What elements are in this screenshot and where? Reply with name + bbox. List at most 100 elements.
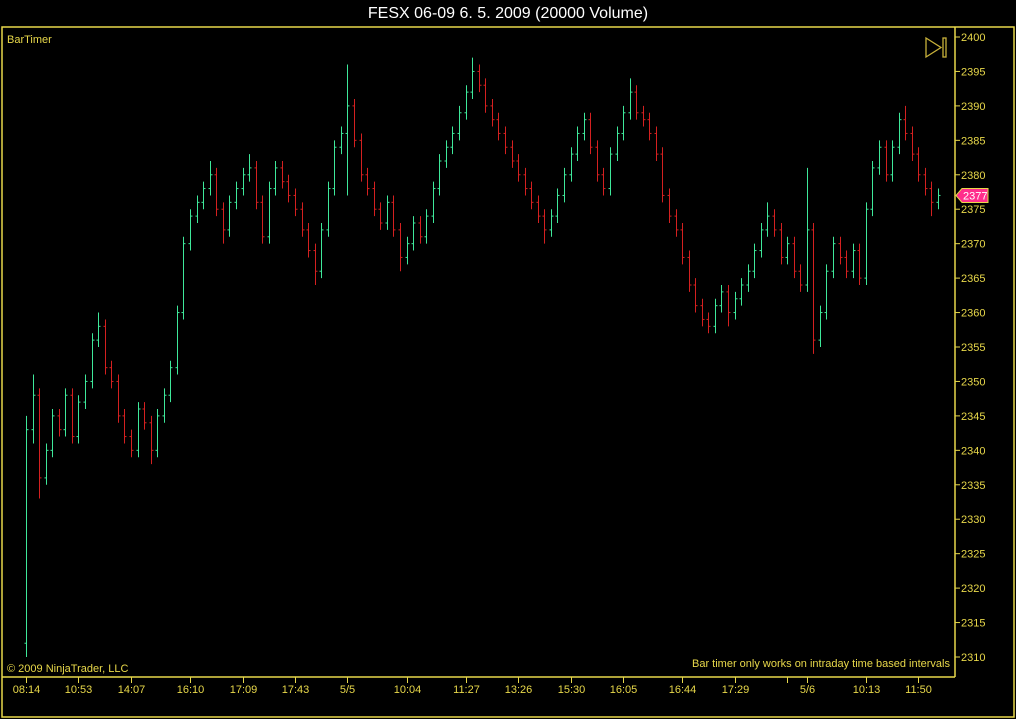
ohlc-bar — [693, 278, 698, 313]
ohlc-bar — [345, 64, 350, 196]
ohlc-bar — [293, 188, 298, 217]
price-tick-label: 2360 — [961, 308, 985, 320]
ohlc-bar — [260, 195, 265, 244]
time-axis: 08:14 10:53 14:07 16:10 17:09 17:43 5/5 10:04 11… — [13, 677, 932, 696]
price-tick-label: 2345 — [961, 411, 985, 423]
ohlc-bar — [437, 154, 442, 196]
ohlc-bar — [733, 291, 738, 320]
time-tick-label: 10:04 — [394, 684, 422, 696]
ohlc-bar — [464, 85, 469, 120]
ohlc-bar — [208, 161, 213, 196]
time-tick-label: 10:53 — [65, 684, 93, 696]
ohlc-bar — [503, 126, 508, 155]
ohlc-bar — [838, 236, 843, 265]
ohlc-bar — [490, 99, 495, 127]
ohlc-bar — [844, 250, 849, 279]
ohlc-bar — [418, 216, 423, 244]
ohlc-bar — [359, 133, 364, 182]
scroll-to-end-icon[interactable] — [925, 36, 947, 59]
ohlc-bar — [549, 209, 554, 237]
ohlc-bar — [162, 388, 167, 423]
price-tick-label: 2320 — [961, 583, 985, 595]
ohlc-bar — [510, 140, 515, 168]
ohlc-bar — [365, 167, 370, 196]
ohlc-bar — [621, 105, 626, 141]
ohlc-bar — [44, 443, 49, 485]
ohlc-bar — [142, 402, 147, 430]
time-tick-label: 08:14 — [13, 684, 41, 696]
ohlc-bar — [188, 209, 193, 251]
ohlc-bar — [313, 243, 318, 285]
ohlc-bar — [857, 243, 862, 285]
ohlc-bar — [372, 181, 377, 217]
ohlc-bar — [457, 105, 462, 141]
time-tick-label: 5/5 — [340, 684, 355, 696]
ohlc-bar — [706, 312, 711, 334]
ohlc-bar — [851, 243, 856, 279]
ohlc-bar — [424, 209, 429, 244]
ohlc-bar — [601, 167, 606, 196]
ohlc-bar — [929, 181, 934, 217]
ohlc-bar — [122, 409, 127, 444]
ohlc-bar — [936, 188, 941, 210]
ohlc-bar — [792, 236, 797, 279]
ohlc-bar — [391, 195, 396, 237]
time-tick-label: 16:44 — [669, 684, 697, 696]
ohlc-bar — [332, 140, 337, 196]
ohlc-bar — [752, 243, 757, 279]
time-tick-label: 5/6 — [800, 684, 815, 696]
ohlc-bar — [116, 374, 121, 423]
price-tick-label: 2375 — [961, 204, 985, 216]
time-tick-label: 16:10 — [177, 684, 205, 696]
ohlc-bar — [496, 112, 501, 141]
price-axis: 2400 2395 2390 2385 2380 2375 2370 2365 2360 2355… — [955, 32, 985, 664]
ohlc-bar — [536, 195, 541, 223]
ohlc-bar — [719, 285, 724, 313]
time-tick-label: 10:13 — [853, 684, 881, 696]
ohlc-bar — [31, 374, 36, 444]
time-tick-label: 17:43 — [282, 684, 310, 696]
bartimer-label: BarTimer — [7, 34, 52, 46]
ohlc-bar — [57, 409, 62, 437]
ohlc-bar — [713, 298, 718, 334]
ohlc-bar — [582, 112, 587, 141]
ohlc-bars — [24, 57, 941, 657]
ohlc-bar — [779, 223, 784, 265]
ohlc-bar — [726, 285, 731, 327]
ohlc-bar — [680, 223, 685, 265]
ohlc-bar — [83, 374, 88, 409]
ohlc-bar — [300, 202, 305, 237]
ohlc-bar — [746, 264, 751, 292]
ohlc-bar — [700, 298, 705, 327]
ohlc-bar — [405, 236, 410, 265]
ohlc-bar — [109, 360, 114, 389]
ohlc-bar — [339, 126, 344, 155]
copyright-label: © 2009 NinjaTrader, LLC — [7, 663, 128, 675]
ohlc-bar — [280, 161, 285, 189]
ohlc-bar — [181, 236, 186, 320]
ohlc-bar — [687, 250, 692, 292]
price-chart[interactable]: BarTimer © 2009 NinjaTrader, LLC Bar tim… — [0, 0, 1016, 719]
price-tick-label: 2325 — [961, 549, 985, 561]
ohlc-bar — [431, 181, 436, 223]
ohlc-bar — [136, 402, 141, 458]
ohlc-bar — [352, 99, 357, 148]
price-tick-label: 2400 — [961, 32, 985, 44]
ohlc-bar — [444, 140, 449, 168]
last-price-label: 2377 — [963, 190, 987, 202]
ohlc-bar — [890, 140, 895, 182]
ohlc-bar — [477, 64, 482, 93]
ohlc-bar — [76, 395, 81, 444]
ohlc-bar — [811, 223, 816, 354]
ohlc-bar — [595, 140, 600, 182]
ohlc-bar — [667, 188, 672, 223]
price-tick-label: 2390 — [961, 101, 985, 113]
ohlc-bar — [63, 388, 68, 437]
ohlc-bar — [149, 415, 154, 465]
ohlc-bar — [37, 388, 42, 499]
ohlc-bar — [129, 429, 134, 458]
ohlc-bar — [319, 223, 324, 279]
time-tick-label: 17:09 — [230, 684, 258, 696]
chart-frame — [1, 26, 1015, 718]
ohlc-bar — [916, 147, 921, 182]
